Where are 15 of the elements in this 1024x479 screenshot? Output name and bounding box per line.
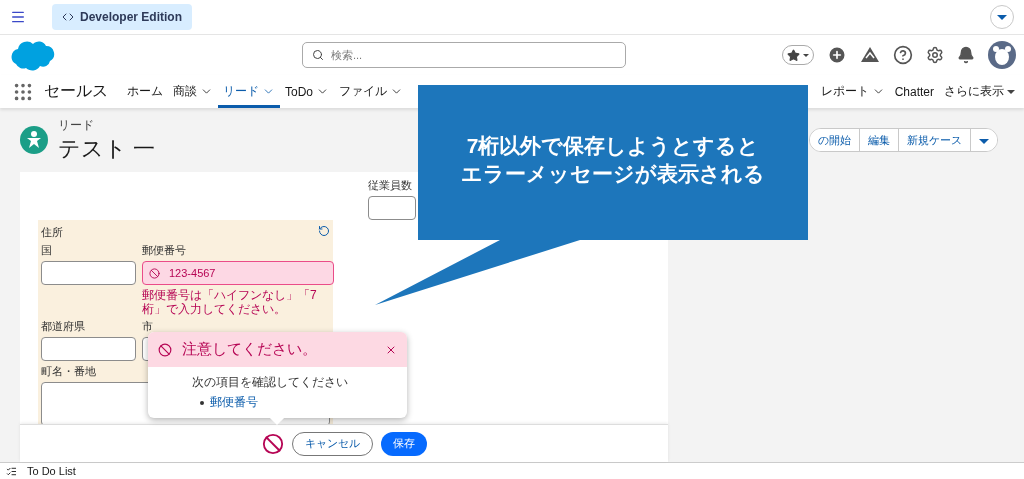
field-label: 郵便番号	[142, 243, 187, 258]
field-label: 市	[142, 318, 154, 334]
field-label: 都道府県	[41, 318, 86, 334]
object-label: リード	[58, 116, 95, 134]
field-label: 国	[41, 243, 53, 258]
record-name: テスト 一	[58, 134, 156, 163]
callout-text: 7桁以外で保存しようとすると	[466, 133, 760, 160]
popover-title: 注意してください。	[182, 340, 318, 359]
callout-text: エラーメッセージが表示される	[461, 161, 765, 188]
section-title: 住所	[41, 225, 63, 240]
app-name: セールス	[44, 81, 108, 101]
field-label: 町名・番地	[41, 363, 97, 379]
field-label: 従業員数	[368, 178, 412, 193]
error-message: 郵便番号は「ハイフンなし」「7桁」で入力してください。	[142, 288, 318, 317]
popover-message: 次の項目を確認してください	[192, 374, 349, 391]
